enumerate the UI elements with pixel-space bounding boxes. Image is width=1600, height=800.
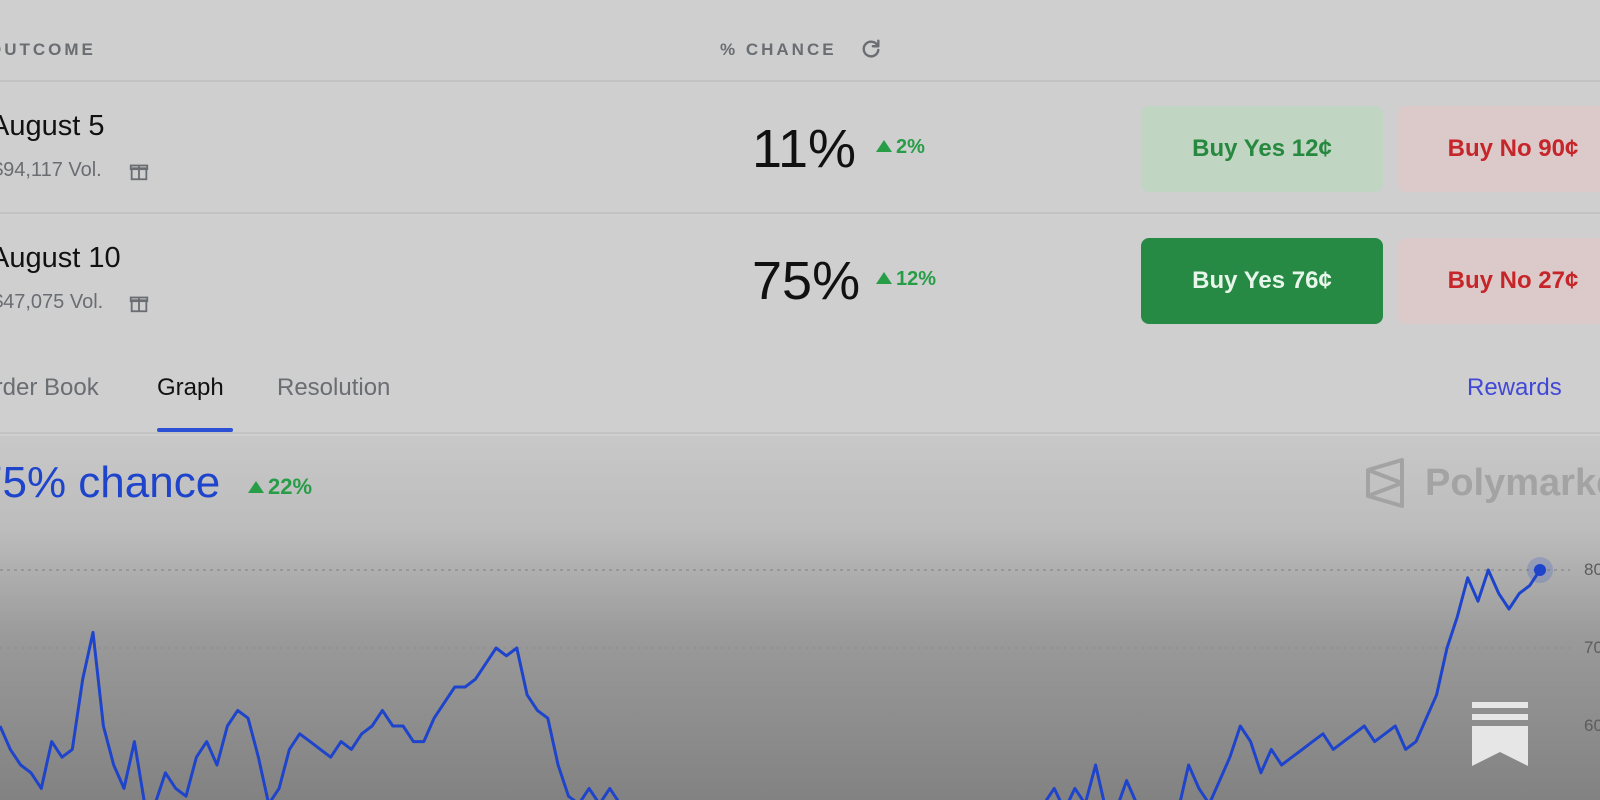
up-arrow-icon <box>876 272 892 284</box>
y-tick-label: 80% <box>1584 560 1600 579</box>
outcome-name: August 5 <box>0 110 105 142</box>
y-tick-label: 60% <box>1584 716 1600 735</box>
last-point <box>1534 564 1546 576</box>
tab-graph[interactable]: Graph <box>157 374 224 402</box>
rewards-link[interactable]: Rewards <box>1467 374 1562 402</box>
up-arrow-icon <box>876 140 892 152</box>
outcome-name: August 10 <box>0 242 121 274</box>
outcome-row[interactable]: August 5 $94,117 Vol. 11% 2% Buy Yes 12¢… <box>0 84 1600 214</box>
y-tick-label: 70% <box>1584 638 1600 657</box>
outcome-volume: $94,117 Vol. <box>0 159 102 181</box>
outcome-column-header: OUTCOME <box>0 40 96 59</box>
outcome-chance: 75% <box>752 251 861 311</box>
outcome-chance: 11% <box>752 119 857 179</box>
refresh-icon[interactable] <box>860 38 882 60</box>
buy-yes-button[interactable]: Buy Yes 76¢ <box>1141 238 1383 324</box>
outcome-delta-value: 12% <box>896 268 937 290</box>
outcomes-header: OUTCOME % CHANCE <box>0 0 1600 82</box>
active-tab-indicator <box>157 428 233 432</box>
tab-order-book[interactable]: Order Book <box>0 374 99 402</box>
gift-icon <box>129 296 149 313</box>
chance-column-header: % CHANCE <box>720 40 837 59</box>
up-arrow-icon <box>248 481 264 493</box>
buy-no-button[interactable]: Buy No 90¢ <box>1398 106 1600 192</box>
outcome-delta: 12% <box>876 268 936 291</box>
graph-chance-delta: 22% <box>248 474 312 500</box>
bookmark-icon[interactable] <box>1470 700 1530 768</box>
series-line <box>0 568 1542 800</box>
outcome-delta: 2% <box>876 136 925 159</box>
outcome-delta-value: 2% <box>896 136 925 158</box>
outcome-volume: $47,075 Vol. <box>0 291 104 313</box>
polymarket-logo-icon <box>1366 458 1404 508</box>
outcome-row[interactable]: August 10 $47,075 Vol. 75% 12% Buy Yes 7… <box>0 216 1600 346</box>
buy-yes-button[interactable]: Buy Yes 12¢ <box>1141 106 1383 192</box>
buy-no-button[interactable]: Buy No 27¢ <box>1398 238 1600 324</box>
polymarket-wordmark: Polymarket <box>1425 462 1600 504</box>
tab-bar: Order Book Graph Resolution Rewards <box>0 350 1600 434</box>
gift-icon <box>129 164 149 181</box>
tab-resolution[interactable]: Resolution <box>277 374 390 402</box>
graph-chance-label: 75% chance <box>0 458 221 507</box>
price-chart[interactable] <box>0 540 1600 800</box>
graph-delta-value: 22% <box>268 474 313 499</box>
